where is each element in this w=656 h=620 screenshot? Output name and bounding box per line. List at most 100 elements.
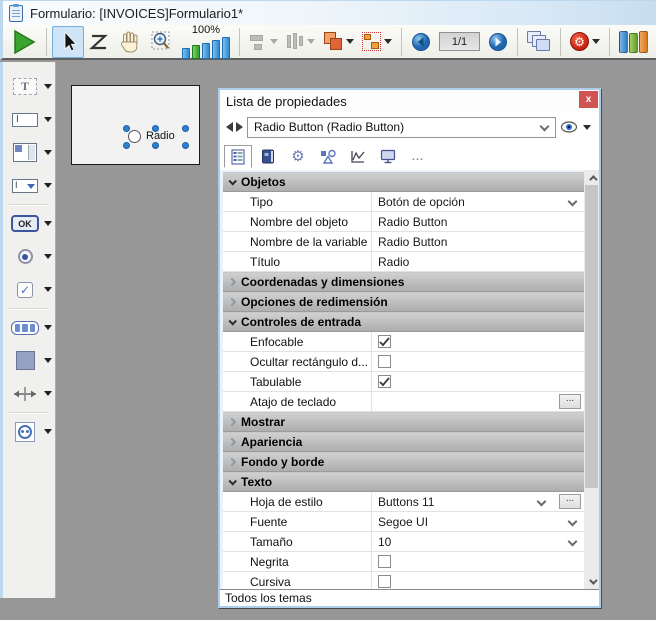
distribute-button-disabled[interactable]	[282, 26, 319, 58]
tool-push-button[interactable]: OK	[3, 207, 55, 240]
scrollbar-track[interactable]	[584, 185, 599, 574]
align-button-disabled[interactable]	[245, 26, 282, 58]
section-header[interactable]: Mostrar	[223, 412, 584, 432]
property-value[interactable]: Radio	[378, 255, 584, 269]
selected-radio-widget[interactable]: Radio	[126, 128, 186, 146]
group-button[interactable]	[358, 26, 396, 58]
form-page[interactable]	[71, 85, 200, 165]
push-button-caret[interactable]	[44, 221, 52, 226]
ellipsis-button[interactable]: ...	[559, 394, 581, 409]
property-value[interactable]: Radio Button	[378, 215, 584, 229]
zoom-bar-400[interactable]	[212, 40, 220, 59]
checkbox-checked[interactable]	[378, 335, 391, 348]
zoom-tool-button[interactable]	[146, 26, 178, 58]
property-value[interactable]: 10	[378, 535, 563, 549]
selection-handle-top-middle[interactable]	[152, 125, 159, 132]
zoom-bar-200[interactable]	[202, 43, 210, 59]
section-header[interactable]: Objetos	[223, 172, 584, 192]
property-value[interactable]: Buttons 11	[378, 495, 532, 509]
form-document-icon	[9, 5, 23, 22]
splitter-caret[interactable]	[44, 391, 52, 396]
checkbox-unchecked[interactable]	[378, 555, 391, 568]
tab-more[interactable]: ...	[404, 145, 432, 168]
tab-events[interactable]	[344, 145, 372, 168]
close-button[interactable]: x	[579, 91, 598, 108]
tab-display[interactable]	[374, 145, 402, 168]
entry-order-tool-button[interactable]	[84, 26, 114, 58]
layering-button[interactable]	[319, 26, 358, 58]
tool-static-text[interactable]: T	[3, 70, 55, 103]
windows-list-button[interactable]	[523, 26, 555, 58]
input-field-caret[interactable]	[44, 117, 52, 122]
section-header[interactable]: Texto	[223, 472, 584, 492]
tool-rectangle[interactable]	[3, 344, 55, 377]
text-tool-caret[interactable]	[44, 84, 52, 89]
selection-handle-top-right[interactable]	[182, 125, 189, 132]
ellipsis-button[interactable]: ...	[559, 494, 581, 509]
previous-page-button[interactable]	[407, 26, 435, 58]
chevron-down-icon[interactable]	[568, 197, 578, 207]
button-grid-caret[interactable]	[44, 325, 52, 330]
property-value[interactable]: Botón de opción	[378, 195, 563, 209]
chevron-down-icon[interactable]	[537, 497, 547, 507]
next-object-icon[interactable]	[236, 122, 243, 132]
checkbox-unchecked[interactable]	[378, 575, 391, 588]
zoom-bars[interactable]	[182, 37, 230, 59]
previous-object-icon[interactable]	[226, 122, 233, 132]
zoom-bar-800[interactable]	[222, 37, 230, 59]
scroll-down-button[interactable]	[584, 574, 599, 589]
section-header[interactable]: Opciones de redimensión	[223, 292, 584, 312]
tab-database[interactable]	[254, 145, 282, 168]
tab-action[interactable]: ⚙	[284, 145, 312, 168]
tool-splitter[interactable]	[3, 377, 55, 410]
tool-list-box[interactable]	[3, 136, 55, 169]
tool-input-field[interactable]: I	[3, 103, 55, 136]
zoom-bar-100-selected[interactable]	[192, 45, 200, 59]
selection-handle-bottom-middle[interactable]	[152, 142, 159, 149]
object-selector-dropdown[interactable]: Radio Button (Radio Button)	[247, 117, 556, 138]
section-header[interactable]: Controles de entrada	[223, 312, 584, 332]
section-header[interactable]: Apariencia	[223, 432, 584, 452]
view-options-button[interactable]	[560, 121, 593, 133]
property-list-title-bar[interactable]: Lista de propiedades x	[220, 90, 599, 112]
execute-form-button[interactable]	[7, 26, 41, 58]
scroll-up-button[interactable]	[584, 170, 599, 185]
layering-dropdown-caret	[346, 39, 354, 44]
chevron-down-icon[interactable]	[568, 537, 578, 547]
property-scrollbar[interactable]	[584, 170, 599, 589]
checkbox-caret[interactable]	[44, 287, 52, 292]
next-page-button[interactable]	[484, 26, 512, 58]
combo-box-caret[interactable]	[44, 183, 52, 188]
checkbox-unchecked[interactable]	[378, 355, 391, 368]
list-box-caret[interactable]	[44, 150, 52, 155]
settings-button[interactable]: ⚙	[566, 26, 604, 58]
pan-tool-button[interactable]	[114, 26, 146, 58]
theme-filter-footer[interactable]: Todos los temas	[220, 589, 599, 606]
property-value[interactable]: Segoe UI	[378, 515, 563, 529]
checkbox-checked[interactable]	[378, 375, 391, 388]
chevron-down-icon	[228, 477, 236, 485]
tab-properties-list[interactable]	[224, 145, 252, 168]
section-header[interactable]: Coordenadas y dimensiones	[223, 272, 584, 292]
tool-combo-box[interactable]: I	[3, 169, 55, 202]
selection-handle-bottom-left[interactable]	[123, 142, 130, 149]
zoom-bar-50[interactable]	[182, 48, 190, 59]
library-button[interactable]	[615, 26, 652, 58]
plugin-area-caret[interactable]	[44, 429, 52, 434]
property-value[interactable]: Radio Button	[378, 235, 584, 249]
tool-radio-button[interactable]	[3, 240, 55, 273]
property-row: Nombre de la variableRadio Button	[223, 232, 584, 252]
scrollbar-thumb[interactable]	[585, 185, 598, 488]
radio-button-caret[interactable]	[44, 254, 52, 259]
chevron-down-icon[interactable]	[568, 517, 578, 527]
section-header[interactable]: Fondo y borde	[223, 452, 584, 472]
tool-button-grid[interactable]	[3, 311, 55, 344]
tool-plugin-area[interactable]	[3, 415, 55, 448]
selection-handle-bottom-right[interactable]	[182, 142, 189, 149]
zoom-level-control[interactable]: 100%	[182, 25, 230, 59]
selection-handle-top-left[interactable]	[123, 125, 130, 132]
tab-objects[interactable]	[314, 145, 342, 168]
selection-tool-button[interactable]	[52, 26, 84, 58]
rectangle-caret[interactable]	[44, 358, 52, 363]
tool-checkbox[interactable]: ✓	[3, 273, 55, 306]
